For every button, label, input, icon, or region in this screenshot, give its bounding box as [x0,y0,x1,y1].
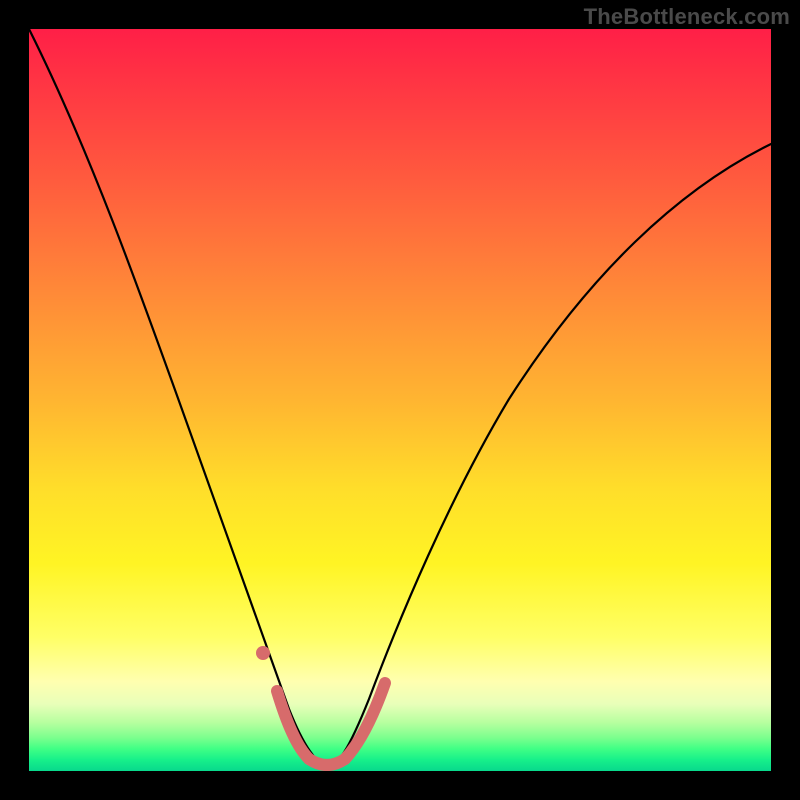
highlight-left-arm [277,691,309,759]
highlight-left-dot [256,646,270,660]
chart-frame: TheBottleneck.com [0,0,800,800]
plot-area [29,29,771,771]
highlight-right-arm [345,683,385,759]
highlight-markers [29,29,771,771]
watermark-text: TheBottleneck.com [584,4,790,30]
